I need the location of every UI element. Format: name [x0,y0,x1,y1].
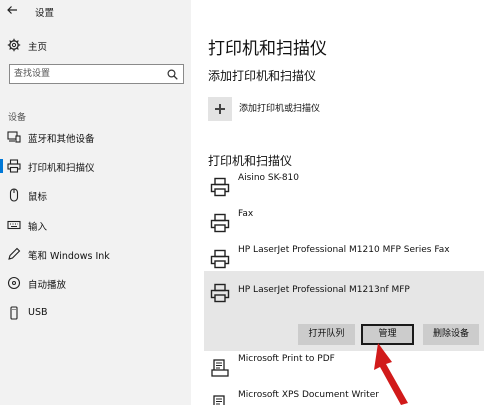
active-indicator [0,159,3,173]
mouse-icon [7,188,21,202]
sidebar-item-label: USB [28,307,48,318]
device-name: HP LaserJet Professional M1213nf MFP [238,285,410,295]
device-name: HP LaserJet Professional M1210 MFP Serie… [238,245,450,255]
printer-icon [210,283,230,303]
sidebar-item-home[interactable]: 主页 [0,34,191,56]
device-item-aisino[interactable]: Aisino SK-810 [204,169,484,205]
keyboard-icon [7,218,21,232]
sidebar-section-label: 设备 [8,113,27,123]
add-printer-label: 添加打印机或扫描仪 [239,104,321,114]
plus-icon[interactable] [208,97,232,121]
add-section-heading: 添加打印机和扫描仪 [208,69,317,83]
autoplay-icon [7,276,21,290]
sidebar-item-label: 自动播放 [28,280,67,291]
sidebar-item-bluetooth[interactable]: 蓝牙和其他设备 [0,126,191,148]
printers-list-heading: 打印机和扫描仪 [208,154,293,168]
device-name: Microsoft Print to PDF [238,354,335,364]
remove-device-button[interactable]: 删除设备 [423,324,479,345]
sidebar-item-label: 鼠标 [28,192,48,203]
printer-icon [210,249,230,269]
sidebar-item-label: 输入 [28,222,48,233]
title-bar: 设置 [0,0,500,22]
sidebar-item-autoplay[interactable]: 自动播放 [0,272,191,294]
open-queue-button[interactable]: 打开队列 [298,324,355,345]
device-item-fax[interactable]: Fax [204,205,484,241]
search-input[interactable] [14,67,164,81]
document-printer-icon [210,394,230,405]
sidebar-item-mouse[interactable]: 鼠标 [0,184,191,206]
sidebar-item-usb[interactable]: USB [0,302,191,324]
device-name: Aisino SK-810 [238,173,300,183]
sidebar-item-label: 打印机和扫描仪 [28,163,95,174]
document-printer-icon [210,358,230,378]
device-item-print-to-pdf[interactable]: Microsoft Print to PDF [204,350,484,386]
search-icon[interactable] [167,69,178,80]
sidebar-item-label: 笔和 Windows Ink [28,251,110,262]
printer-icon [210,213,230,233]
device-name: Microsoft XPS Document Writer [238,390,379,400]
device-item-xps-writer[interactable]: Microsoft XPS Document Writer [204,386,484,405]
device-name: Fax [238,209,254,219]
annotation-arrow-icon [370,340,430,405]
pen-icon [7,247,21,261]
add-printer-button[interactable]: 添加打印机或扫描仪 [208,97,468,123]
window-title: 设置 [35,8,55,19]
back-arrow-icon[interactable] [6,4,20,18]
sidebar-item-pen[interactable]: 笔和 Windows Ink [0,243,191,265]
page-title: 打印机和扫描仪 [208,39,327,59]
printer-icon [210,177,230,197]
sidebar-item-label: 蓝牙和其他设备 [28,134,95,145]
bluetooth-devices-icon [7,130,21,144]
sidebar-item-label: 主页 [28,42,48,53]
gear-icon [7,38,21,52]
usb-icon [7,306,21,320]
printer-icon [7,159,21,173]
sidebar-item-printers[interactable]: 打印机和扫描仪 [0,155,191,177]
search-box[interactable] [9,64,184,84]
sidebar-item-typing[interactable]: 输入 [0,214,191,236]
device-item-hp-m1213nf[interactable]: HP LaserJet Professional M1213nf MFP 打开队… [204,271,484,351]
